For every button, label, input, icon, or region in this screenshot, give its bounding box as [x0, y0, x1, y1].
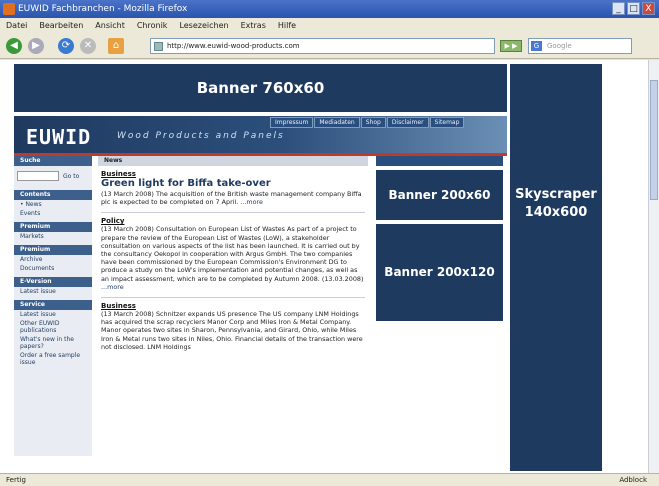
- window-title: EUWID Fachbranchen - Mozilla Firefox: [18, 4, 188, 14]
- article-divider: [101, 212, 365, 214]
- sidebar-head-premium: Premium: [14, 222, 92, 232]
- status-right[interactable]: Adblock: [619, 474, 647, 486]
- sidebar-item-documents[interactable]: Documents: [14, 264, 92, 273]
- sidebar-item-archive[interactable]: Archive: [14, 255, 92, 264]
- search-input[interactable]: G Google: [528, 38, 632, 54]
- top-links: Impressum Mediadaten Shop Disclaimer Sit…: [270, 117, 465, 128]
- status-bar: Fertig Adblock: [0, 473, 659, 486]
- sidebar-head-service: Service: [14, 300, 92, 310]
- menu-view[interactable]: Ansicht: [95, 18, 125, 33]
- banner-200x60[interactable]: Banner 200x60: [376, 170, 503, 220]
- link-disclaimer[interactable]: Disclaimer: [386, 117, 429, 128]
- link-shop[interactable]: Shop: [360, 117, 386, 128]
- navigation-toolbar: ◀ ▶ ⟳ ✕ ⌂ http://www.euwid-wood-products…: [0, 33, 659, 59]
- logo-subtitle: Wood Products and Panels: [117, 131, 285, 141]
- article-body: (13 March 2008) The acquisition of the B…: [98, 190, 368, 206]
- firefox-icon: [3, 3, 15, 15]
- window-titlebar: EUWID Fachbranchen - Mozilla Firefox _ □…: [0, 0, 659, 18]
- more-link[interactable]: ...more: [240, 198, 263, 206]
- more-link[interactable]: ...more: [101, 283, 124, 291]
- article-category: Business: [101, 170, 136, 178]
- sidebar-head-premium-2: Premium: [14, 245, 92, 255]
- article-category: Business: [101, 302, 136, 311]
- news-heading: News: [98, 156, 368, 166]
- link-sitemap[interactable]: Sitemap: [429, 117, 465, 128]
- menu-file[interactable]: Datei: [6, 18, 27, 33]
- article-divider: [101, 297, 365, 299]
- web-page: Banner 760x60 EUWID Wood Products and Pa…: [0, 60, 648, 473]
- stop-icon[interactable]: ✕: [80, 38, 96, 54]
- article-text: (13 March 2008) Schnitzer expands US pre…: [101, 310, 363, 351]
- forward-icon[interactable]: ▶: [28, 38, 44, 54]
- link-mediadaten[interactable]: Mediadaten: [314, 117, 360, 128]
- sidebar-item-events[interactable]: Events: [14, 209, 92, 218]
- maximize-button[interactable]: □: [627, 2, 640, 15]
- article-body: (13 March 2008) Consultation on European…: [98, 225, 368, 291]
- sidebar-item-news[interactable]: • News: [14, 200, 92, 209]
- google-icon: G: [531, 41, 542, 51]
- news-column: News Business Green light for Biffa take…: [98, 156, 368, 473]
- skyscraper-banner[interactable]: Skyscraper 140x600: [510, 64, 602, 471]
- address-text: http://www.euwid-wood-products.com: [167, 42, 300, 50]
- vertical-scrollbar[interactable]: [648, 60, 659, 473]
- menu-tools[interactable]: Extras: [241, 18, 266, 33]
- page-icon: [154, 42, 163, 51]
- sidebar-search-head: Suche: [14, 156, 92, 166]
- article-body: (13 March 2008) Schnitzer expands US pre…: [98, 310, 368, 351]
- sidebar-item-publications[interactable]: Other EUWID publications: [14, 319, 92, 335]
- sidebar-search: Go to: [14, 166, 92, 186]
- sidebar-search-go[interactable]: Go to: [63, 173, 79, 180]
- home-icon[interactable]: ⌂: [108, 38, 124, 54]
- article-headline[interactable]: Green light for Biffa take-over: [98, 178, 368, 190]
- sidebar-item-whats-new[interactable]: What's new in the papers?: [14, 335, 92, 351]
- menu-bar: Datei Bearbeiten Ansicht Chronik Lesezei…: [0, 18, 659, 33]
- sidebar-item-latest-issue-2[interactable]: Latest issue: [14, 310, 92, 319]
- article-category: Policy: [101, 217, 125, 226]
- skyscraper-label: Skyscraper: [515, 187, 597, 202]
- sidebar-item-order-sample[interactable]: Order a free sample issue: [14, 351, 92, 367]
- sidebar-search-input[interactable]: [17, 171, 59, 181]
- sidebar-item-markets[interactable]: Markets: [14, 232, 92, 241]
- sidebar: Suche Go to Contents • News Events Premi…: [14, 156, 92, 456]
- menu-history[interactable]: Chronik: [137, 18, 168, 33]
- banner-760x60[interactable]: Banner 760x60: [14, 64, 507, 112]
- banner-200x120[interactable]: Banner 200x120: [376, 224, 503, 321]
- skyscraper-size: 140x600: [524, 205, 588, 220]
- article-text: (13 March 2008) The acquisition of the B…: [101, 190, 362, 207]
- go-button[interactable]: ▶ ▶: [500, 40, 522, 52]
- sidebar-head-contents: Contents: [14, 190, 92, 200]
- euwid-logo[interactable]: EUWID: [26, 125, 91, 149]
- menu-help[interactable]: Hilfe: [278, 18, 296, 33]
- window-controls: _ □ X: [612, 2, 655, 15]
- menu-bookmarks[interactable]: Lesezeichen: [179, 18, 228, 33]
- sidebar-item-latest-issue[interactable]: Latest issue: [14, 287, 92, 296]
- status-text: Fertig: [6, 476, 26, 484]
- sidebar-head-eversion: E-Version: [14, 277, 92, 287]
- right-column-header: [376, 156, 503, 166]
- menu-edit[interactable]: Bearbeiten: [39, 18, 83, 33]
- close-button[interactable]: X: [642, 2, 655, 15]
- address-bar[interactable]: http://www.euwid-wood-products.com: [150, 38, 495, 54]
- scrollbar-thumb[interactable]: [650, 80, 658, 200]
- reload-icon[interactable]: ⟳: [58, 38, 74, 54]
- minimize-button[interactable]: _: [612, 2, 625, 15]
- back-icon[interactable]: ◀: [6, 38, 22, 54]
- link-impressum[interactable]: Impressum: [270, 117, 314, 128]
- article-text: (13 March 2008) Consultation on European…: [101, 225, 364, 283]
- search-placeholder: Google: [547, 42, 572, 50]
